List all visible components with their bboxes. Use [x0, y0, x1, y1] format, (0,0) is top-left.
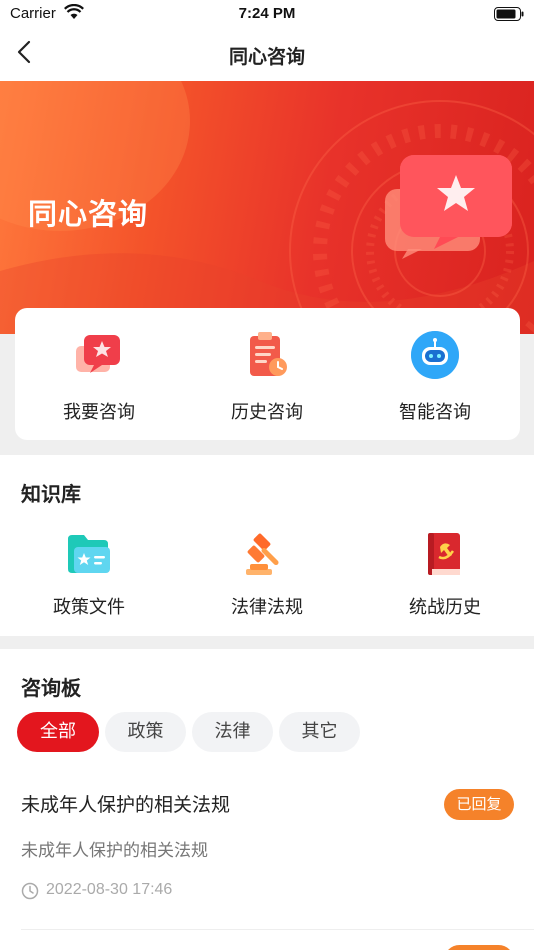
filter-chip-all[interactable]: 全部 [17, 712, 99, 752]
post-divider [21, 929, 534, 930]
kb-item-label: 统战历史 [409, 597, 481, 618]
history-book-icon [428, 533, 460, 575]
post-timestamp: 2022-08-30 17:46 [46, 881, 173, 898]
kb-item-policy[interactable]: 政策文件 [0, 455, 178, 636]
kb-item-label: 政策文件 [53, 597, 125, 618]
filter-chip-law[interactable]: 法律 [192, 712, 273, 752]
filter-chip-policy[interactable]: 政策 [105, 712, 186, 752]
kb-item-law[interactable]: 法律法规 [178, 455, 356, 636]
navigation-bar: 同心咨询 [0, 28, 534, 81]
next-post-badge-partial [444, 945, 514, 950]
quick-actions-card: 我要咨询 历史咨询 智能咨询 [15, 308, 520, 440]
status-badge: 已回复 [444, 789, 514, 820]
robot-icon [411, 331, 459, 379]
filter-chip-other[interactable]: 其它 [279, 712, 360, 752]
quick-action-label: 我要咨询 [63, 402, 135, 423]
consult-chat-icon [76, 335, 120, 373]
kb-item-history[interactable]: 统战历史 [356, 455, 534, 636]
quick-action-label: 智能咨询 [399, 402, 471, 423]
quick-action-smart[interactable]: 智能咨询 [351, 308, 519, 440]
status-time: 7:24 PM [238, 5, 296, 22]
battery-icon [494, 7, 524, 21]
gavel-icon [246, 533, 279, 575]
history-clipboard-icon [250, 332, 287, 376]
banner-title: 同心咨询 [28, 197, 149, 231]
quick-action-label: 历史咨询 [231, 402, 303, 423]
kb-item-label: 法律法规 [231, 597, 303, 618]
status-bar: Carrier 7:24 PM [0, 0, 534, 28]
banner-chat-star-icon [385, 155, 512, 259]
hero-banner: 同心咨询 [0, 81, 534, 334]
clock-icon [21, 882, 39, 900]
quick-action-consult[interactable]: 我要咨询 [15, 308, 183, 440]
quick-action-history[interactable]: 历史咨询 [183, 308, 351, 440]
consultation-board-title: 咨询板 [21, 676, 81, 700]
post-title: 未成年人保护的相关法规 [21, 794, 231, 816]
post-description: 未成年人保护的相关法规 [21, 841, 208, 861]
page-title: 同心咨询 [228, 46, 305, 68]
consultation-board-section: 咨询板 全部 政策 法律 其它 未成年人保护的相关法规 已回复 未成年人保护的相… [0, 649, 534, 950]
policy-folder-icon [68, 535, 110, 573]
knowledge-base-section: 知识库 政策文件 法律法规 统战历史 [0, 455, 534, 636]
